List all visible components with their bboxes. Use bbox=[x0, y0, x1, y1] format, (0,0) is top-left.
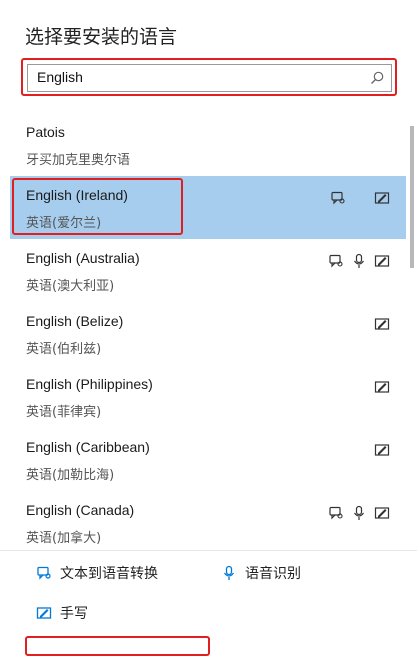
tts-icon bbox=[331, 191, 345, 205]
microphone-icon bbox=[354, 505, 364, 520]
legend-handwriting-label: 手写 bbox=[60, 606, 88, 622]
list-item-english-belize[interactable]: English (Belize) 英语(伯利兹) bbox=[10, 302, 406, 365]
language-name: English (Canada) bbox=[26, 502, 135, 518]
microphone-icon bbox=[223, 565, 235, 580]
list-item-english-ireland[interactable]: English (Ireland) 英语(爱尔兰) bbox=[10, 176, 406, 239]
legend-tts-label: 文本到语音转换 bbox=[60, 566, 158, 582]
handwriting-icon bbox=[374, 507, 390, 519]
tts-icon bbox=[329, 506, 343, 520]
language-native-name: 英语(爱尔兰) bbox=[26, 216, 102, 231]
language-name: English (Philippines) bbox=[26, 376, 153, 392]
search-icon[interactable] bbox=[369, 70, 385, 86]
language-name: Patois bbox=[26, 124, 65, 140]
language-name: English (Ireland) bbox=[26, 187, 128, 203]
list-item-english-australia[interactable]: English (Australia) 英语(澳大利亚) bbox=[10, 239, 406, 302]
language-name: English (Belize) bbox=[26, 313, 124, 329]
legend-tts: 文本到语音转换 bbox=[36, 563, 158, 583]
handwriting-icon bbox=[36, 607, 52, 619]
language-picker-dialog: 选择要安装的语言 Patois 牙买加克里奥尔语 English (Irelan… bbox=[0, 0, 417, 656]
language-native-name: 英语(加拿大) bbox=[26, 531, 102, 546]
list-item-english-caribbean[interactable]: English (Caribbean) 英语(加勒比海) bbox=[10, 428, 406, 491]
list-item-english-philippines[interactable]: English (Philippines) 英语(菲律宾) bbox=[10, 365, 406, 428]
tts-icon bbox=[37, 566, 51, 580]
handwriting-icon bbox=[374, 318, 390, 330]
language-native-name: 英语(加勒比海) bbox=[26, 468, 115, 483]
dialog-title: 选择要安装的语言 bbox=[25, 26, 178, 48]
list-scrollbar[interactable] bbox=[410, 126, 414, 268]
handwriting-icon bbox=[374, 192, 390, 204]
highlight-bottom-button bbox=[25, 636, 210, 656]
list-item-english-canada[interactable]: English (Canada) 英语(加拿大) bbox=[10, 491, 406, 550]
language-native-name: 英语(伯利兹) bbox=[26, 342, 102, 357]
legend-divider bbox=[0, 550, 417, 551]
language-native-name: 英语(菲律宾) bbox=[26, 405, 102, 420]
handwriting-icon bbox=[374, 444, 390, 456]
language-native-name: 牙买加克里奥尔语 bbox=[26, 153, 131, 168]
search-input[interactable] bbox=[37, 69, 357, 85]
search-box[interactable] bbox=[27, 64, 392, 92]
language-name: English (Caribbean) bbox=[26, 439, 150, 455]
handwriting-icon bbox=[374, 255, 390, 267]
tts-icon bbox=[329, 254, 343, 268]
legend-speech-label: 语音识别 bbox=[245, 566, 301, 582]
microphone-icon bbox=[354, 253, 364, 268]
language-name: English (Australia) bbox=[26, 250, 140, 266]
language-native-name: 英语(澳大利亚) bbox=[26, 279, 115, 294]
list-item-patois[interactable]: Patois 牙买加克里奥尔语 bbox=[10, 113, 406, 176]
language-list[interactable]: Patois 牙买加克里奥尔语 English (Ireland) 英语(爱尔兰… bbox=[10, 113, 406, 550]
legend-handwriting: 手写 bbox=[36, 603, 88, 623]
legend-speech: 语音识别 bbox=[221, 563, 301, 583]
handwriting-icon bbox=[374, 381, 390, 393]
